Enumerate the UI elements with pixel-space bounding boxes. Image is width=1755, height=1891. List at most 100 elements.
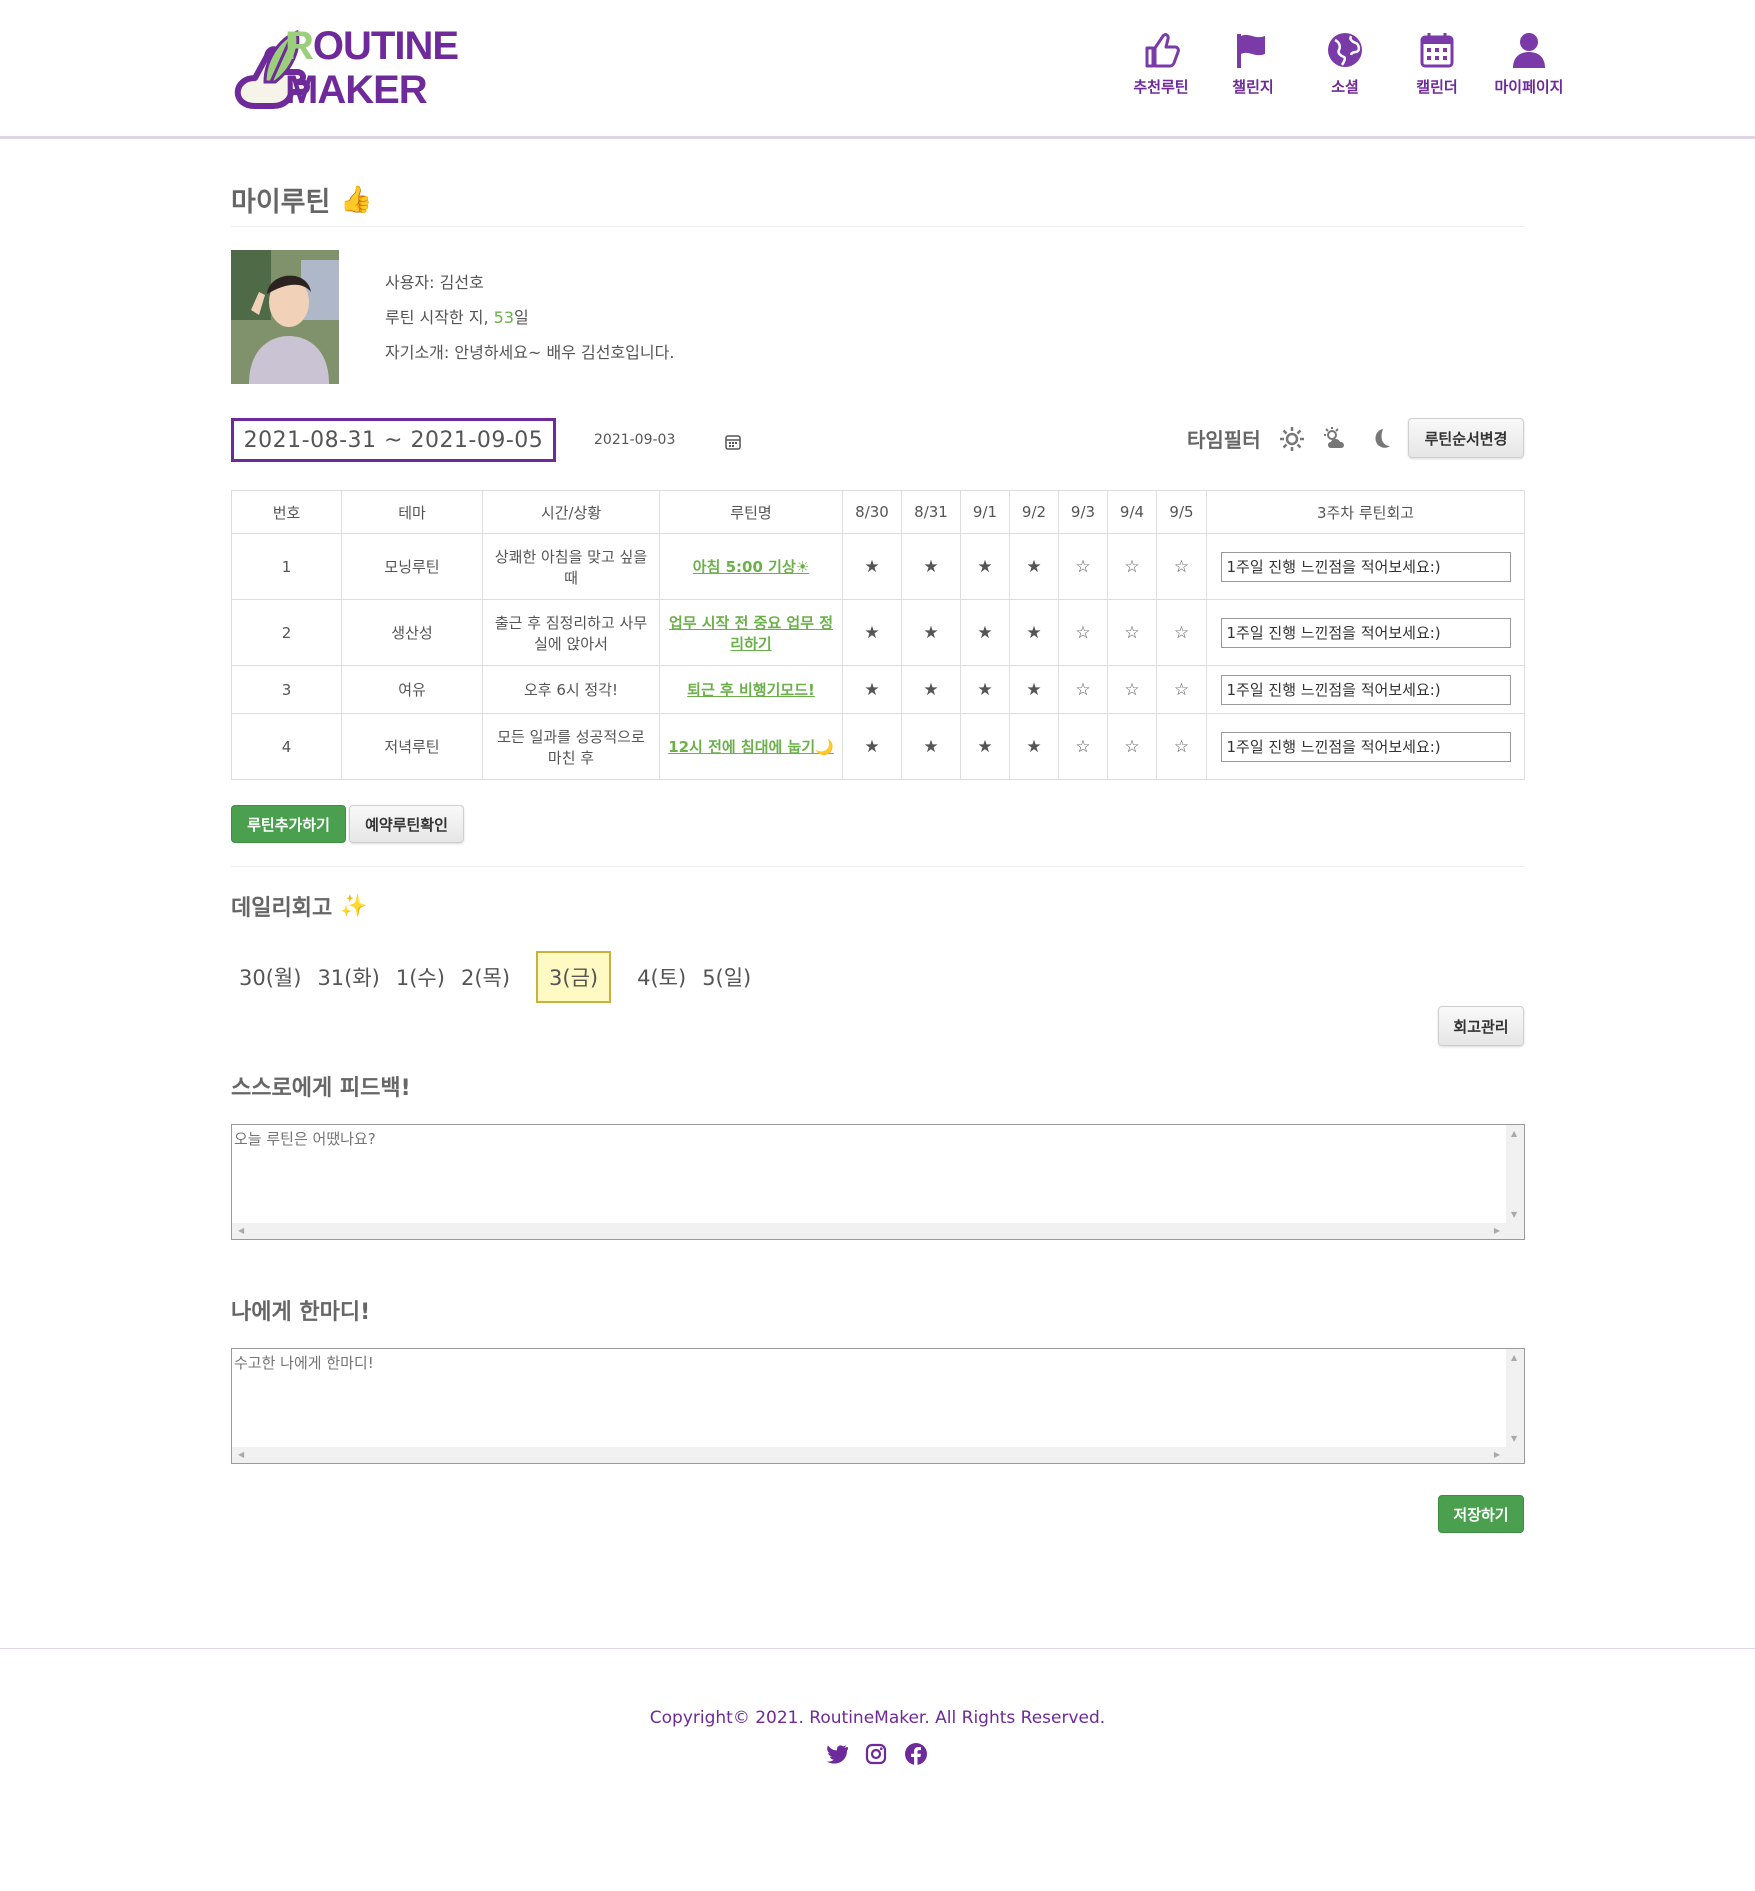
star-cell[interactable]: ☆ bbox=[1058, 665, 1108, 714]
star-cell[interactable]: ★ bbox=[960, 599, 1010, 666]
star-cell[interactable]: ☆ bbox=[1107, 713, 1157, 780]
horizontal-scrollbar[interactable]: ◀ ▶ bbox=[232, 1223, 1524, 1239]
globe-icon bbox=[1328, 33, 1362, 67]
star-cell[interactable]: ★ bbox=[842, 533, 902, 600]
cell-no: 3 bbox=[231, 665, 342, 714]
star-cell[interactable]: ☆ bbox=[1107, 665, 1157, 714]
main-nav: 추천루틴 챌린지 소셜 캘린더 마이페이지 bbox=[1115, 30, 1575, 97]
brand-line1: OUTINE bbox=[312, 24, 459, 68]
nav-item-social[interactable]: 소셜 bbox=[1299, 30, 1391, 97]
routine-link[interactable]: 아침 5:00 기상☀ bbox=[693, 558, 809, 576]
cell-situation: 출근 후 짐정리하고 사무실에 앉아서 bbox=[482, 599, 660, 666]
add-routine-button[interactable]: 루틴추가하기 bbox=[231, 805, 346, 843]
nav-item-challenge[interactable]: 챌린지 bbox=[1207, 30, 1299, 97]
profile-intro-text: 안녕하세요~ 배우 김선호입니다. bbox=[454, 343, 675, 362]
date-range-box[interactable]: 2021-08-31 ~ 2021-09-05 bbox=[231, 418, 556, 462]
star-cell[interactable]: ★ bbox=[901, 713, 961, 780]
nav-label: 캘린더 bbox=[1416, 78, 1458, 96]
star-cell[interactable]: ☆ bbox=[1156, 533, 1207, 600]
sparkles-icon: ✨ bbox=[340, 893, 368, 919]
message-textarea-box: ▲▼ ◀▶ bbox=[231, 1348, 1525, 1464]
col-header: 번호 bbox=[231, 490, 342, 534]
message-textarea[interactable] bbox=[232, 1349, 1506, 1449]
instagram-icon[interactable] bbox=[864, 1742, 888, 1766]
col-header: 9/3 bbox=[1058, 490, 1108, 534]
social-links bbox=[824, 1742, 928, 1766]
star-cell[interactable]: ★ bbox=[842, 713, 902, 780]
star-cell[interactable]: ★ bbox=[960, 713, 1010, 780]
star-cell[interactable]: ☆ bbox=[1156, 665, 1207, 714]
star-cell[interactable]: ★ bbox=[1009, 713, 1059, 780]
review-input[interactable] bbox=[1220, 674, 1511, 705]
reorder-routine-button[interactable]: 루틴순서변경 bbox=[1408, 418, 1524, 458]
cell-situation: 상쾌한 아침을 맞고 싶을 때 bbox=[482, 533, 660, 600]
nav-item-mypage[interactable]: 마이페이지 bbox=[1483, 30, 1575, 97]
vertical-scrollbar[interactable]: ▲ ▼ bbox=[1506, 1349, 1524, 1463]
review-manage-button[interactable]: 회고관리 bbox=[1438, 1006, 1524, 1046]
feedback-textarea-box: ▲▼ ◀▶ bbox=[231, 1124, 1525, 1240]
routine-link[interactable]: 퇴근 후 비행기모드! bbox=[687, 681, 815, 699]
profile-days-row: 루틴 시작한 지, 53일 bbox=[385, 300, 674, 335]
cell-situation: 모든 일과를 성공적으로 마친 후 bbox=[482, 713, 660, 780]
star-cell[interactable]: ★ bbox=[901, 599, 961, 666]
nav-item-calendar[interactable]: 캘린더 bbox=[1391, 30, 1483, 97]
col-header: 8/30 bbox=[842, 490, 902, 534]
star-cell[interactable]: ☆ bbox=[1058, 713, 1108, 780]
star-cell[interactable]: ☆ bbox=[1156, 599, 1207, 666]
cell-routine-name: 아침 5:00 기상☀ bbox=[659, 533, 843, 600]
table-row: 2 생산성 출근 후 짐정리하고 사무실에 앉아서 업무 시작 전 중요 업무 … bbox=[231, 599, 1525, 666]
col-header: 9/4 bbox=[1107, 490, 1157, 534]
cell-review bbox=[1206, 533, 1525, 600]
day-tab[interactable]: 1(수) bbox=[388, 951, 453, 1003]
vertical-scrollbar[interactable]: ▲ ▼ bbox=[1506, 1125, 1524, 1239]
calendar-picker-icon[interactable] bbox=[724, 433, 742, 451]
calendar-icon bbox=[1420, 33, 1454, 68]
review-input[interactable] bbox=[1220, 731, 1511, 762]
star-cell[interactable]: ★ bbox=[901, 533, 961, 600]
cell-no: 2 bbox=[231, 599, 342, 666]
day-tab[interactable]: 5(일) bbox=[694, 951, 759, 1003]
message-title: 나에게 한마디! bbox=[231, 1300, 371, 1325]
copyright-text: Copyright© 2021. RoutineMaker. All Right… bbox=[649, 1708, 1106, 1728]
moon-icon[interactable] bbox=[1367, 426, 1393, 452]
day-tab[interactable]: 30(월) bbox=[231, 951, 309, 1003]
nav-item-recommended[interactable]: 추천루틴 bbox=[1115, 30, 1207, 97]
profile-days-unit: 일 bbox=[514, 308, 529, 327]
day-tab[interactable]: 2(목) bbox=[453, 951, 518, 1003]
reserved-routine-button[interactable]: 예약루틴확인 bbox=[349, 805, 464, 843]
feedback-textarea[interactable] bbox=[232, 1125, 1506, 1225]
brand-wordmark[interactable]: ROUTINE MAKER bbox=[285, 24, 459, 112]
star-cell[interactable]: ☆ bbox=[1156, 713, 1207, 780]
star-cell[interactable]: ★ bbox=[1009, 599, 1059, 666]
cloud-sun-icon[interactable] bbox=[1323, 426, 1349, 452]
star-cell[interactable]: ★ bbox=[960, 665, 1010, 714]
star-cell[interactable]: ★ bbox=[842, 599, 902, 666]
routine-link[interactable]: 12시 전에 침대에 눕기🌙 bbox=[668, 738, 834, 756]
star-cell[interactable]: ★ bbox=[1009, 533, 1059, 600]
star-cell[interactable]: ★ bbox=[960, 533, 1010, 600]
star-cell[interactable]: ★ bbox=[842, 665, 902, 714]
star-cell[interactable]: ★ bbox=[1009, 665, 1059, 714]
day-tab[interactable]: 31(화) bbox=[309, 951, 387, 1003]
sun-icon[interactable] bbox=[1279, 426, 1305, 452]
nav-label: 추천루틴 bbox=[1133, 78, 1189, 96]
review-input[interactable] bbox=[1220, 551, 1511, 582]
col-header: 8/31 bbox=[901, 490, 961, 534]
star-cell[interactable]: ☆ bbox=[1058, 533, 1108, 600]
thumbs-up-emoji-icon: 👍 bbox=[340, 184, 373, 215]
review-input[interactable] bbox=[1220, 617, 1511, 648]
facebook-icon[interactable] bbox=[904, 1742, 928, 1766]
star-cell[interactable]: ☆ bbox=[1107, 599, 1157, 666]
star-cell[interactable]: ★ bbox=[901, 665, 961, 714]
star-cell[interactable]: ☆ bbox=[1107, 533, 1157, 600]
day-tab-active[interactable]: 3(금) bbox=[536, 951, 612, 1003]
routine-link[interactable]: 업무 시작 전 중요 업무 정리하기 bbox=[669, 614, 833, 653]
twitter-icon[interactable] bbox=[824, 1742, 848, 1766]
save-button[interactable]: 저장하기 bbox=[1438, 1495, 1524, 1533]
day-tab[interactable]: 4(토) bbox=[629, 951, 694, 1003]
horizontal-scrollbar[interactable]: ◀ ▶ bbox=[232, 1447, 1524, 1463]
table-row: 1 모닝루틴 상쾌한 아침을 맞고 싶을 때 아침 5:00 기상☀ ★ ★ ★… bbox=[231, 533, 1525, 600]
cell-no: 1 bbox=[231, 533, 342, 600]
table-header-row: 번호 테마 시간/상황 루틴명 8/30 8/31 9/1 9/2 9/3 9/… bbox=[231, 490, 1525, 534]
star-cell[interactable]: ☆ bbox=[1058, 599, 1108, 666]
